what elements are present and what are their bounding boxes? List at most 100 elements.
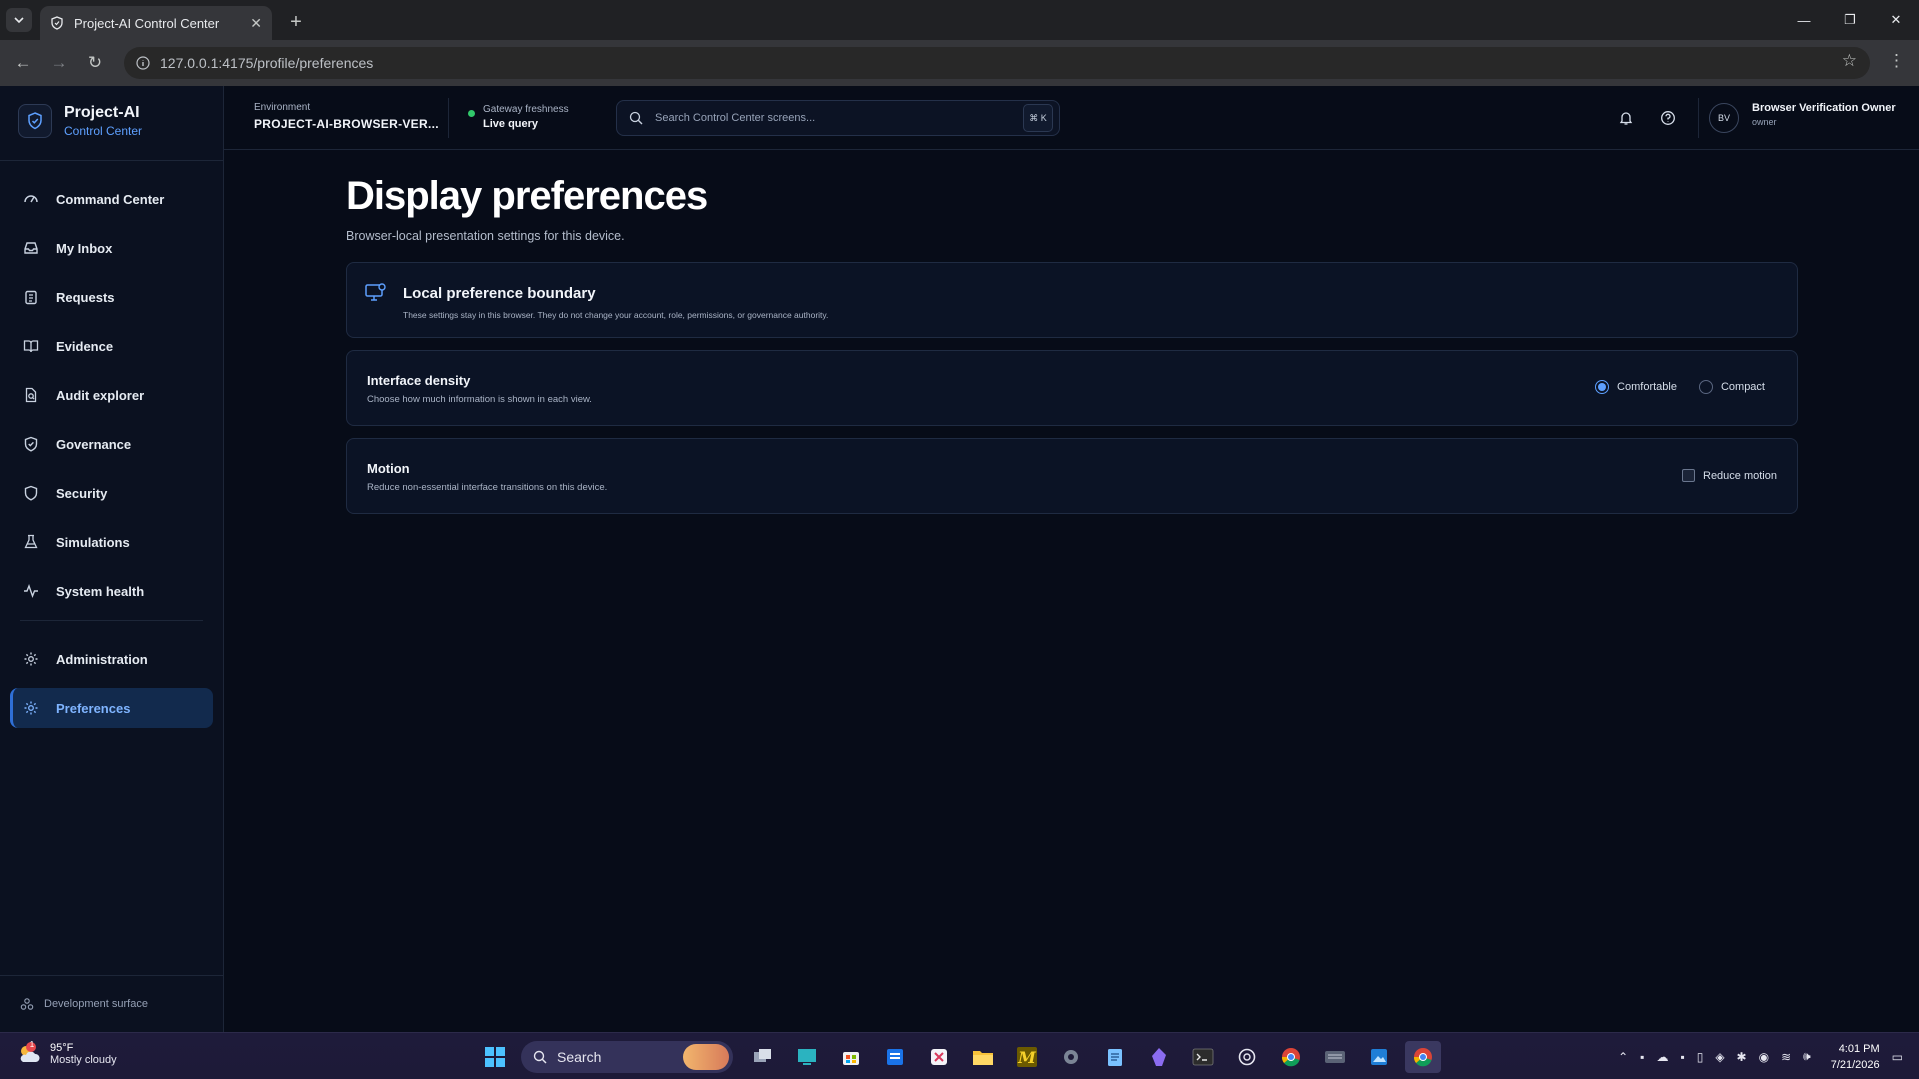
- page-title: Display preferences: [346, 174, 708, 218]
- card-title: Interface density: [367, 373, 471, 388]
- sidebar: Project-AI Control Center Command Center…: [0, 86, 224, 1032]
- status-dot-icon: [468, 110, 475, 117]
- snipping-tool-icon[interactable]: [921, 1041, 957, 1073]
- sidebar-item-preferences[interactable]: Preferences: [10, 688, 213, 728]
- wifi-icon[interactable]: ≋: [1781, 1050, 1791, 1064]
- m-app-icon[interactable]: M: [1009, 1041, 1045, 1073]
- new-tab-button[interactable]: +: [284, 10, 308, 34]
- monitor-settings-icon: [365, 283, 387, 308]
- svg-text:M: M: [1017, 1048, 1037, 1067]
- file-search-icon: [22, 386, 40, 404]
- bell-icon[interactable]: [1616, 108, 1636, 128]
- sidebar-nav: Command Center My Inbox Requests Evidenc…: [10, 179, 213, 737]
- minimize-icon[interactable]: —: [1781, 0, 1827, 40]
- chrome-icon[interactable]: [1273, 1041, 1309, 1073]
- browser-tabbar: Project-AI Control Center ✕ + — ❐ ✕: [0, 0, 1919, 40]
- reduce-motion-checkbox[interactable]: [1682, 469, 1695, 482]
- address-bar[interactable]: 127.0.0.1:4175/profile/preferences: [124, 47, 1870, 79]
- checkbox-label[interactable]: Reduce motion: [1703, 470, 1777, 482]
- file-explorer-icon[interactable]: [965, 1041, 1001, 1073]
- sidebar-item-label: Command Center: [56, 191, 165, 207]
- top-header: Environment PROJECT-AI-BROWSER-VER... Ga…: [224, 86, 1919, 150]
- back-icon[interactable]: ←: [10, 51, 36, 75]
- help-icon[interactable]: [1658, 108, 1678, 128]
- chatgpt-icon[interactable]: [1229, 1041, 1265, 1073]
- close-tab-icon[interactable]: ✕: [250, 15, 262, 32]
- desktop-app-icon[interactable]: [789, 1041, 825, 1073]
- divider: [448, 98, 449, 138]
- sidebar-item-system-health[interactable]: System health: [10, 571, 213, 611]
- search-shortcut-badge: ⌘ K: [1023, 104, 1053, 132]
- browser-tab[interactable]: Project-AI Control Center ✕: [40, 6, 272, 40]
- density-comfortable-radio[interactable]: [1595, 380, 1610, 394]
- tray-overflow-icon[interactable]: ⌃: [1618, 1050, 1628, 1064]
- brand[interactable]: Project-AI Control Center: [18, 104, 142, 138]
- card-description: These settings stay in this browser. The…: [403, 310, 829, 320]
- sidebar-item-evidence[interactable]: Evidence: [10, 326, 213, 366]
- tray-app-icon[interactable]: ◈: [1715, 1050, 1724, 1064]
- search-placeholder: Search Control Center screens...: [655, 112, 816, 124]
- radio-label[interactable]: Compact: [1721, 381, 1765, 393]
- gear-icon: [22, 699, 40, 717]
- notepad-icon[interactable]: [1097, 1041, 1133, 1073]
- sidebar-item-administration[interactable]: Administration: [10, 639, 213, 679]
- reload-icon[interactable]: ↻: [82, 51, 108, 75]
- word-app-icon[interactable]: [877, 1041, 913, 1073]
- sidebar-item-security[interactable]: Security: [10, 473, 213, 513]
- os-taskbar: 1 95°F Mostly cloudy Search M ⌃ ▪ ☁ ▪ ▯ …: [0, 1032, 1919, 1079]
- onedrive-icon[interactable]: ☁: [1656, 1050, 1668, 1064]
- sidebar-item-command-center[interactable]: Command Center: [10, 179, 213, 219]
- gauge-icon: [22, 190, 40, 208]
- window-controls: — ❐ ✕: [1781, 0, 1919, 40]
- sidebar-item-governance[interactable]: Governance: [10, 424, 213, 464]
- sidebar-footer: Development surface: [0, 975, 224, 1032]
- search-highlight-icon: [683, 1044, 729, 1070]
- bookmark-star-icon[interactable]: ☆: [1842, 51, 1857, 71]
- forward-icon[interactable]: →: [46, 51, 72, 75]
- radio-label[interactable]: Comfortable: [1617, 381, 1677, 393]
- inbox-icon: [22, 239, 40, 257]
- notification-icon[interactable]: ▭: [1892, 1050, 1903, 1064]
- site-info-icon[interactable]: [136, 56, 150, 70]
- taskbar-search[interactable]: Search: [521, 1041, 733, 1073]
- close-window-icon[interactable]: ✕: [1873, 0, 1919, 40]
- settings-gear-icon[interactable]: [1053, 1041, 1089, 1073]
- taskbar-clock[interactable]: 4:01 PM 7/21/2026: [1831, 1041, 1880, 1073]
- weather-desc: Mostly cloudy: [50, 1054, 117, 1066]
- store-icon[interactable]: [833, 1041, 869, 1073]
- sidebar-item-requests[interactable]: Requests: [10, 277, 213, 317]
- shield-check-icon: [22, 435, 40, 453]
- user-name[interactable]: Browser Verification Owner: [1752, 102, 1896, 114]
- usb-icon[interactable]: ▯: [1697, 1050, 1704, 1064]
- interface-density-card: Interface density Choose how much inform…: [346, 350, 1798, 426]
- keyboard-app-icon[interactable]: [1317, 1041, 1353, 1073]
- divider: [1698, 98, 1699, 138]
- sidebar-item-label: Simulations: [56, 534, 130, 550]
- sidebar-item-simulations[interactable]: Simulations: [10, 522, 213, 562]
- windows-start-icon[interactable]: [477, 1041, 513, 1073]
- shield-logo-icon: [18, 104, 52, 138]
- browser-menu-icon[interactable]: ⋮: [1888, 51, 1905, 71]
- chrome-active-icon[interactable]: [1405, 1041, 1441, 1073]
- freshness-value: Live query: [483, 118, 539, 130]
- page-subtitle: Browser-local presentation settings for …: [346, 229, 625, 243]
- sidebar-item-my-inbox[interactable]: My Inbox: [10, 228, 213, 268]
- task-view-icon[interactable]: [745, 1041, 781, 1073]
- tray-app-icon[interactable]: ▪: [1640, 1050, 1644, 1064]
- volume-icon[interactable]: 🕪: [1803, 1049, 1811, 1064]
- terminal-icon[interactable]: [1185, 1041, 1221, 1073]
- brand-name: Project-AI: [64, 104, 140, 121]
- sidebar-item-audit-explorer[interactable]: Audit explorer: [10, 375, 213, 415]
- tray-app-icon[interactable]: ◉: [1759, 1050, 1769, 1064]
- reduce-motion-option[interactable]: Reduce motion: [1682, 469, 1777, 482]
- search-input[interactable]: Search Control Center screens... ⌘ K: [616, 100, 1060, 136]
- bluetooth-icon[interactable]: ✱: [1737, 1050, 1747, 1064]
- tab-list-button[interactable]: [6, 8, 32, 32]
- avatar[interactable]: BV: [1709, 103, 1739, 133]
- photos-app-icon[interactable]: [1361, 1041, 1397, 1073]
- restore-icon[interactable]: ❐: [1827, 0, 1873, 40]
- tray-app-icon[interactable]: ▪: [1680, 1050, 1684, 1064]
- weather-widget[interactable]: 1 95°F Mostly cloudy: [16, 1040, 117, 1067]
- density-compact-radio[interactable]: [1698, 380, 1713, 394]
- obsidian-icon[interactable]: [1141, 1041, 1177, 1073]
